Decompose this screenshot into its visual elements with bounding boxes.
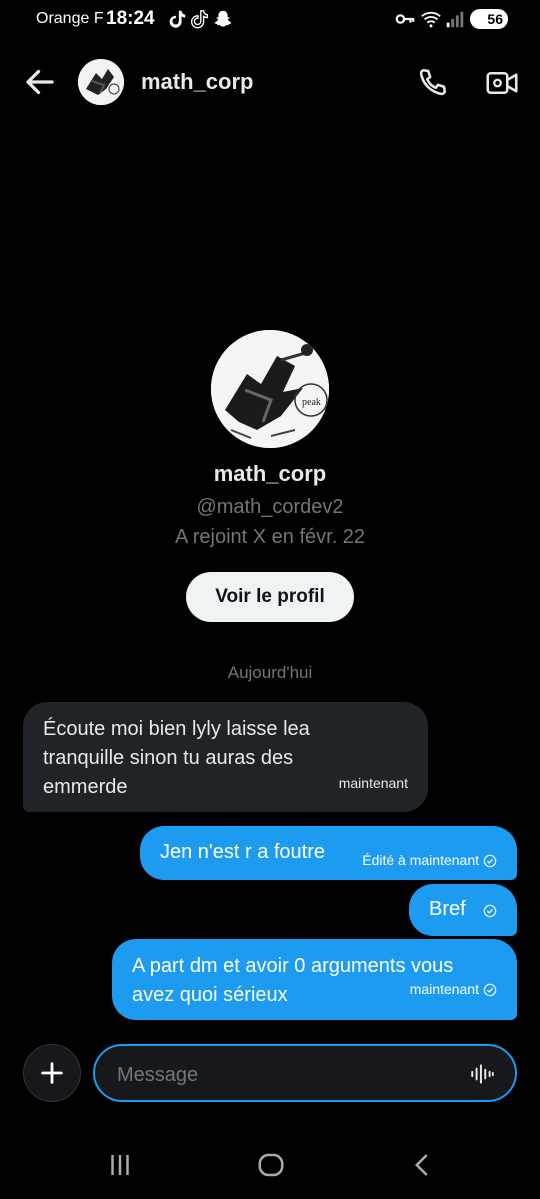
home-icon[interactable]: [256, 1150, 286, 1180]
system-navigation-bar: [0, 1140, 540, 1190]
conversation-header: math_corp: [0, 52, 540, 112]
message-timestamp: maintenant: [339, 769, 408, 798]
video-icon[interactable]: [484, 65, 520, 101]
phone-icon[interactable]: [414, 65, 450, 101]
key-icon: [395, 14, 415, 24]
battery-indicator: 56: [470, 9, 508, 29]
profile-name: math_corp: [213, 461, 327, 486]
contact-name[interactable]: math_corp: [141, 69, 253, 95]
message-time: maintenant: [409, 981, 479, 997]
voice-message-icon[interactable]: [469, 1061, 495, 1087]
day-separator: Aujourd'hui: [227, 663, 313, 682]
battery-level: 56: [487, 11, 503, 27]
profile-avatar-image: peak: [211, 330, 329, 448]
back-arrow-icon[interactable]: [22, 64, 58, 100]
message-input[interactable]: [115, 1060, 449, 1090]
profile-handle: @math_cordev2: [196, 496, 344, 518]
profile-joined-date: A rejoint X en févr. 22: [174, 526, 366, 548]
profile-avatar[interactable]: peak: [211, 330, 329, 448]
view-profile-button[interactable]: Voir le profil: [186, 572, 354, 622]
back-icon[interactable]: [408, 1150, 438, 1180]
message-time: maintenant: [338, 775, 408, 791]
sent-check-icon: [483, 904, 497, 918]
sent-check-icon: [483, 983, 497, 996]
message-timestamp: maintenant: [410, 975, 497, 1004]
wifi-icon: [421, 11, 441, 28]
add-attachment-button[interactable]: [23, 1044, 81, 1102]
message-edited-time: Édité à maintenant: [362, 852, 479, 868]
message-bubble-outgoing[interactable]: A part dm et avoir 0 arguments vous avez…: [112, 939, 517, 1020]
sent-check-icon: [483, 854, 497, 867]
tiktok-icon: [190, 10, 208, 29]
message-input-container[interactable]: [93, 1044, 517, 1102]
signal-icon: [446, 11, 464, 28]
dm-screen: Orange F 18:24 56 math_corp peak math_co…: [0, 0, 540, 1199]
status-bar: Orange F 18:24 56: [0, 0, 540, 40]
avatar-speech-text: peak: [302, 397, 321, 408]
avatar[interactable]: [78, 59, 124, 105]
recent-apps-icon[interactable]: [105, 1150, 135, 1180]
plus-icon: [41, 1062, 63, 1084]
avatar-image: [78, 59, 124, 105]
carrier-label: Orange F: [36, 10, 104, 27]
message-bubble-incoming[interactable]: Écoute moi bien lyly laisse lea tranquil…: [23, 702, 428, 812]
snapchat-icon: [214, 10, 232, 27]
clock: 18:24: [106, 8, 155, 29]
message-composer: [0, 1044, 540, 1104]
message-bubble-outgoing[interactable]: Bref: [409, 884, 517, 936]
message-bubble-outgoing[interactable]: Jen n'est r a foutre Édité à maintenant: [140, 826, 517, 880]
tiktok-icon: [169, 10, 186, 28]
message-timestamp: Édité à maintenant: [362, 846, 497, 875]
